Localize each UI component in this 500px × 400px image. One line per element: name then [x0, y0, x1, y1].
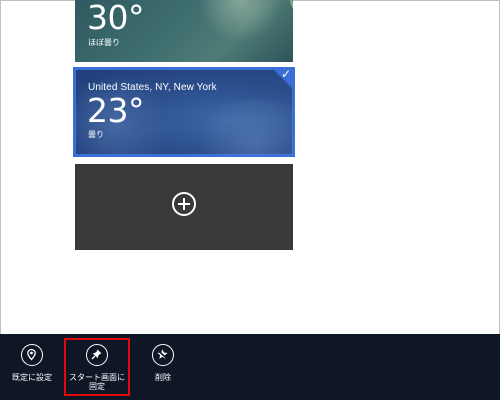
set-default-label: 既定に設定 [12, 373, 52, 382]
delete-button[interactable]: 削除 [132, 334, 194, 400]
remove-star-icon [152, 344, 174, 366]
background-glow [195, 0, 285, 40]
weather-tile-top[interactable]: 30° ほぼ曇り [75, 0, 293, 62]
temperature-label: 23° [87, 91, 145, 130]
delete-label: 削除 [155, 373, 171, 382]
location-pin-icon [21, 344, 43, 366]
checkmark-icon: ✓ [280, 69, 291, 81]
plus-circle-icon[interactable] [172, 192, 196, 216]
set-default-button[interactable]: 既定に設定 [0, 334, 64, 400]
weather-tile-selected[interactable]: ✓ United States, NY, New York 23° 曇り [73, 67, 295, 157]
condition-label: ほぼ曇り [88, 38, 120, 47]
temperature-label: 30° [87, 0, 145, 37]
moon-icon [290, 0, 293, 18]
cloud-texture [185, 99, 293, 155]
highlight-box [64, 338, 130, 396]
condition-label: 曇り [88, 130, 104, 139]
